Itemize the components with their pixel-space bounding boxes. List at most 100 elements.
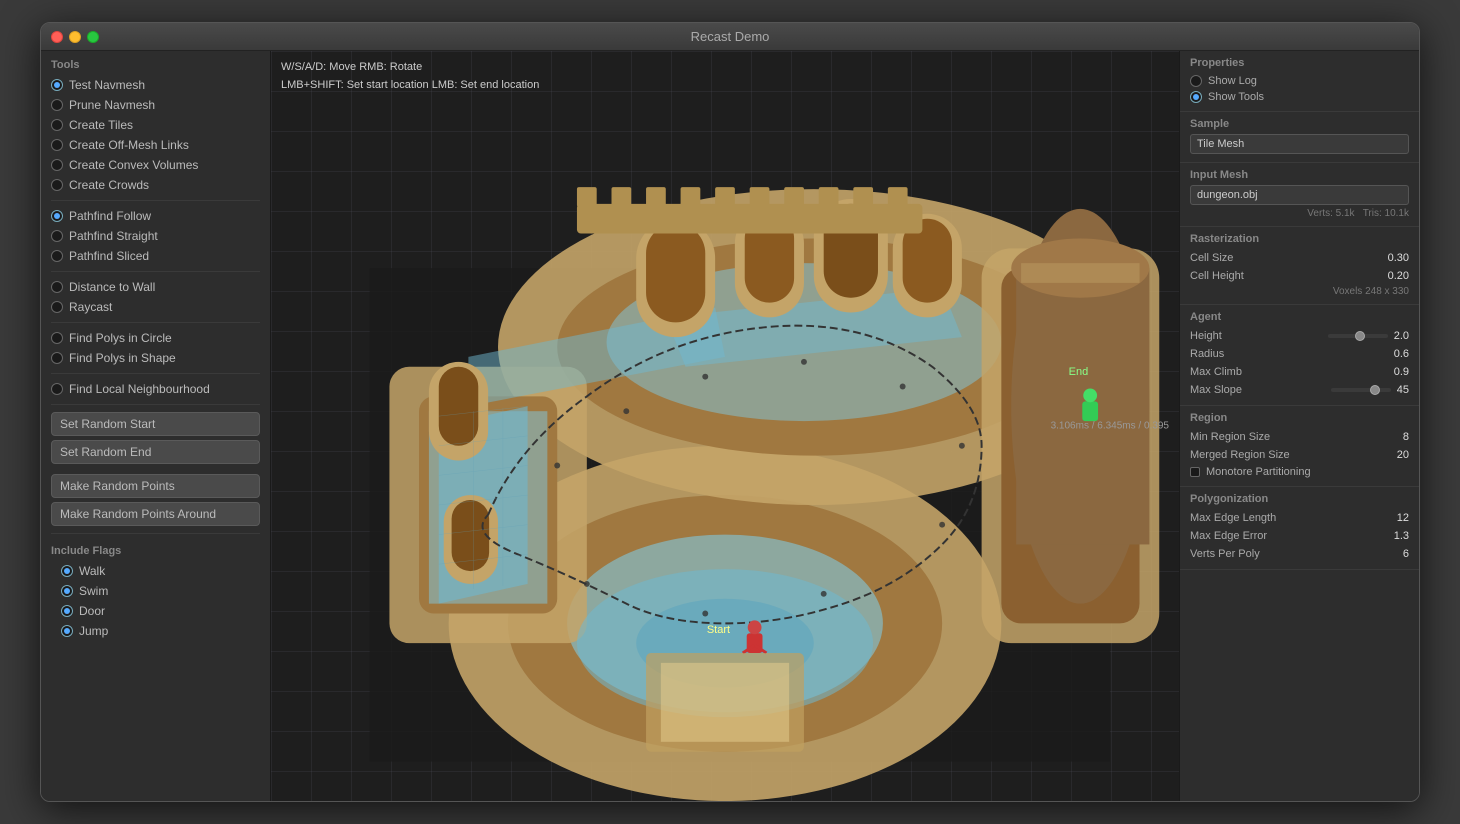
merged-region-size-value: 20 xyxy=(1397,449,1409,461)
radio-convex-volumes xyxy=(51,159,63,171)
show-tools-row[interactable]: Show Tools xyxy=(1190,89,1409,105)
radio-create-crowds xyxy=(51,179,63,191)
set-random-start-button[interactable]: Set Random Start xyxy=(51,412,260,436)
radio-show-log xyxy=(1190,75,1202,87)
set-random-end-button[interactable]: Set Random End xyxy=(51,440,260,464)
titlebar: Recast Demo xyxy=(41,23,1419,51)
right-panel: Properties Show Log Show Tools Sample Ti… xyxy=(1179,51,1419,801)
flag-door[interactable]: Door xyxy=(51,601,260,621)
sidebar-item-find-polys-circle[interactable]: Find Polys in Circle xyxy=(41,328,270,348)
include-flags-section: Include Flags Walk Swim Door Jump xyxy=(41,539,270,641)
radio-pathfind-follow xyxy=(51,210,63,222)
sidebar-item-pathfind-follow[interactable]: Pathfind Follow xyxy=(41,206,270,226)
verts-per-poly-label: Verts Per Poly xyxy=(1190,548,1260,560)
radio-raycast xyxy=(51,301,63,313)
agent-radius-row: Radius 0.6 xyxy=(1190,345,1409,363)
voxels-info: Voxels 248 x 330 xyxy=(1190,285,1409,298)
label-pathfind-follow: Pathfind Follow xyxy=(69,209,151,223)
window-title: Recast Demo xyxy=(691,29,770,44)
flag-walk[interactable]: Walk xyxy=(51,561,260,581)
rasterization-title: Rasterization xyxy=(1190,233,1409,245)
minimize-button[interactable] xyxy=(69,31,81,43)
sidebar-item-distance-to-wall[interactable]: Distance to Wall xyxy=(41,277,270,297)
label-door: Door xyxy=(79,604,105,618)
flag-jump[interactable]: Jump xyxy=(51,621,260,641)
sidebar-item-find-polys-shape[interactable]: Find Polys in Shape xyxy=(41,348,270,368)
divider-2 xyxy=(51,271,260,272)
agent-max-climb-row: Max Climb 0.9 xyxy=(1190,363,1409,381)
flag-swim[interactable]: Swim xyxy=(51,581,260,601)
left-panel: Tools Test Navmesh Prune Navmesh Create … xyxy=(41,51,271,801)
make-random-points-button[interactable]: Make Random Points xyxy=(51,474,260,498)
input-mesh-title: Input Mesh xyxy=(1190,169,1409,181)
label-test-navmesh: Test Navmesh xyxy=(69,78,145,92)
divider-1 xyxy=(51,200,260,201)
show-log-row[interactable]: Show Log xyxy=(1190,73,1409,89)
divider-5 xyxy=(51,404,260,405)
radio-off-mesh-links xyxy=(51,139,63,151)
sidebar-item-pathfind-sliced[interactable]: Pathfind Sliced xyxy=(41,246,270,266)
divider-3 xyxy=(51,322,260,323)
agent-radius-value: 0.6 xyxy=(1394,348,1409,360)
label-create-tiles: Create Tiles xyxy=(69,118,133,132)
verts-per-poly-row: Verts Per Poly 6 xyxy=(1190,545,1409,563)
agent-slope-slider[interactable]: 45 xyxy=(1331,384,1409,396)
height-thumb[interactable] xyxy=(1355,331,1365,341)
region-title: Region xyxy=(1190,412,1409,424)
radio-swim xyxy=(61,585,73,597)
sidebar-item-prune-navmesh[interactable]: Prune Navmesh xyxy=(41,95,270,115)
sample-section: Sample Tile Mesh xyxy=(1180,112,1419,163)
radio-distance-to-wall xyxy=(51,281,63,293)
close-button[interactable] xyxy=(51,31,63,43)
sample-title: Sample xyxy=(1190,118,1409,130)
sidebar-item-create-convex-volumes[interactable]: Create Convex Volumes xyxy=(41,155,270,175)
agent-max-climb-value: 0.9 xyxy=(1394,366,1409,378)
sidebar-item-create-off-mesh-links[interactable]: Create Off-Mesh Links xyxy=(41,135,270,155)
max-edge-length-label: Max Edge Length xyxy=(1190,512,1276,524)
sidebar-item-raycast[interactable]: Raycast xyxy=(41,297,270,317)
properties-header-section: Properties Show Log Show Tools xyxy=(1180,51,1419,112)
tools-header: Tools xyxy=(41,51,270,75)
viewport-background: W/S/A/D: Move RMB: Rotate LMB+SHIFT: Set… xyxy=(271,51,1179,801)
sidebar-item-test-navmesh[interactable]: Test Navmesh xyxy=(41,75,270,95)
polygonization-title: Polygonization xyxy=(1190,493,1409,505)
max-edge-length-value: 12 xyxy=(1397,512,1409,524)
monotore-partitioning-row[interactable]: Monotore Partitioning xyxy=(1190,464,1409,480)
agent-max-slope-label: Max Slope xyxy=(1190,384,1242,396)
rasterization-section: Rasterization Cell Size 0.30 Cell Height… xyxy=(1180,227,1419,305)
max-edge-length-row: Max Edge Length 12 xyxy=(1190,509,1409,527)
slope-thumb[interactable] xyxy=(1370,385,1380,395)
sidebar-item-pathfind-straight[interactable]: Pathfind Straight xyxy=(41,226,270,246)
sidebar-item-create-crowds[interactable]: Create Crowds xyxy=(41,175,270,195)
traffic-lights xyxy=(51,31,99,43)
radio-pathfind-straight xyxy=(51,230,63,242)
radio-test-navmesh xyxy=(51,79,63,91)
agent-height-value: 2.0 xyxy=(1394,330,1409,342)
agent-height-slider[interactable]: 2.0 xyxy=(1328,330,1409,342)
make-random-points-around-button[interactable]: Make Random Points Around xyxy=(51,502,260,526)
label-distance-to-wall: Distance to Wall xyxy=(69,280,155,294)
sample-dropdown[interactable]: Tile Mesh xyxy=(1190,134,1409,154)
monotore-partitioning-check xyxy=(1190,467,1200,477)
label-walk: Walk xyxy=(79,564,105,578)
label-find-polys-circle: Find Polys in Circle xyxy=(69,331,172,345)
agent-max-slope-row: Max Slope 45 xyxy=(1190,381,1409,399)
input-mesh-dropdown[interactable]: dungeon.obj xyxy=(1190,185,1409,205)
slope-track xyxy=(1331,388,1391,392)
max-edge-error-label: Max Edge Error xyxy=(1190,530,1267,542)
input-mesh-section: Input Mesh dungeon.obj Verts: 5.1k Tris:… xyxy=(1180,163,1419,227)
label-prune-navmesh: Prune Navmesh xyxy=(69,98,155,112)
radio-pathfind-sliced xyxy=(51,250,63,262)
tris-label: Tris: 10.1k xyxy=(1363,208,1409,219)
center-viewport[interactable]: W/S/A/D: Move RMB: Rotate LMB+SHIFT: Set… xyxy=(271,51,1179,801)
verts-per-poly-value: 6 xyxy=(1403,548,1409,560)
sidebar-item-create-tiles[interactable]: Create Tiles xyxy=(41,115,270,135)
sidebar-item-find-local-neighbourhood[interactable]: Find Local Neighbourhood xyxy=(41,379,270,399)
dungeon-scene xyxy=(271,51,1179,801)
label-pathfind-straight: Pathfind Straight xyxy=(69,229,158,243)
divider-4 xyxy=(51,373,260,374)
verts-label: Verts: 5.1k xyxy=(1307,208,1354,219)
divider-6 xyxy=(51,533,260,534)
maximize-button[interactable] xyxy=(87,31,99,43)
agent-height-label: Height xyxy=(1190,330,1222,342)
